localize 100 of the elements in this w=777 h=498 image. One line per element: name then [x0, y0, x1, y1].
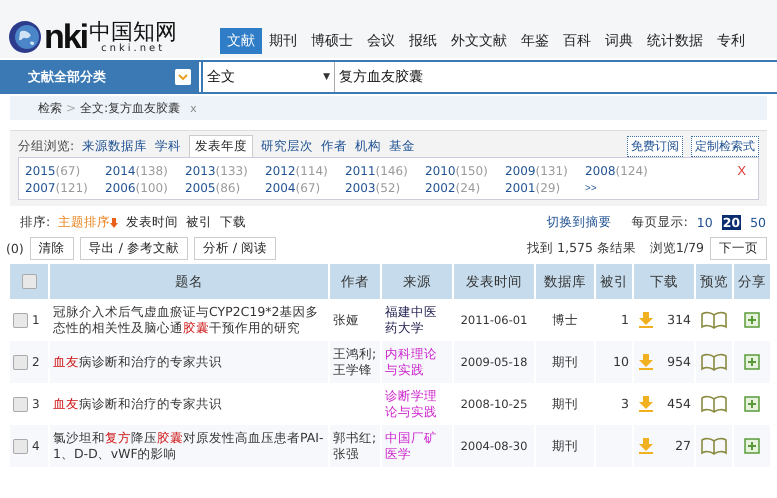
per-page-option[interactable]: 10 [696, 215, 714, 230]
nav-tab[interactable]: 百科 [556, 28, 598, 54]
per-page-option[interactable]: 20 [722, 215, 742, 230]
column-header: 数据库 [536, 264, 594, 299]
result-count: 找到 1,575 条结果 [527, 240, 636, 257]
year-link[interactable]: 2007(121) [25, 181, 105, 195]
sort-option[interactable]: 被引 [186, 214, 212, 231]
nav-tab[interactable]: 外文文献 [444, 28, 514, 54]
nav-tab[interactable]: 专利 [710, 28, 752, 54]
nav-tab[interactable]: 文献 [220, 28, 262, 54]
field-select[interactable]: 全文 ▼ [203, 62, 335, 92]
action-button[interactable]: 导出 / 参考文献 [80, 237, 188, 260]
group-tab[interactable]: 基金 [389, 136, 416, 156]
column-header: 分享 [734, 264, 770, 299]
download-icon[interactable] [637, 437, 655, 455]
date-cell-text: 2008-10-25 [460, 396, 528, 413]
book-icon[interactable] [701, 311, 727, 329]
nav-tab[interactable]: 报纸 [402, 28, 444, 54]
source-link[interactable]: 中国厂矿医学 [382, 425, 452, 467]
breadcrumb-current: 全文:复方血友胶囊 [80, 100, 180, 116]
year-link[interactable]: 2001(29) [505, 181, 585, 195]
title-link[interactable]: 血友病诊断和治疗的专家共识 [50, 383, 328, 425]
title-link[interactable]: 冠脉介入术后气虚血瘀证与CYP2C19*2基因多态性的相关性及脑心通胶囊干预作用的研究 [50, 299, 328, 341]
year-link[interactable]: 2004(67) [265, 181, 345, 195]
group-tab[interactable]: 学科 [155, 136, 182, 156]
year-link[interactable]: 2003(52) [345, 181, 425, 195]
plus-icon[interactable] [744, 354, 760, 370]
row-checkbox[interactable] [13, 354, 28, 370]
select-all-checkbox[interactable] [22, 274, 36, 290]
year-link[interactable]: 2008(124) [585, 162, 665, 179]
download-icon[interactable] [637, 353, 655, 371]
subscribe-button[interactable]: 免费订阅 [627, 136, 683, 156]
year-link[interactable]: 2011(146) [345, 162, 425, 179]
download-icon[interactable] [637, 395, 655, 413]
more-link[interactable]: >> [585, 181, 665, 195]
column-header: 下载 [634, 264, 694, 299]
selected-count: (0) [6, 241, 24, 256]
row-number: 3 [32, 396, 40, 411]
year-link[interactable]: 2015(67) [25, 162, 105, 179]
nav-tab[interactable]: 会议 [360, 28, 402, 54]
nav-tab[interactable]: 词典 [598, 28, 640, 54]
source-link[interactable]: 内科理论与实践 [382, 341, 452, 383]
plus-icon[interactable] [744, 438, 760, 454]
year-link[interactable]: 2012(114) [265, 162, 345, 179]
book-icon[interactable] [701, 437, 727, 455]
subscribe-button[interactable]: 定制检索式 [691, 136, 759, 156]
book-icon[interactable] [701, 395, 727, 413]
per-page-option[interactable]: 50 [749, 215, 767, 230]
row-number: 4 [32, 438, 40, 453]
nav-tab[interactable]: 博硕士 [304, 28, 360, 54]
column-header: 预览 [696, 264, 732, 299]
source-link[interactable]: 诊断学理论与实践 [382, 383, 452, 425]
download-count: 314 [667, 312, 691, 328]
cited-cell-text: 1 [620, 310, 630, 329]
year-link[interactable]: 2002(24) [425, 181, 505, 195]
cited-cell-text: 3 [620, 394, 630, 413]
breadcrumb-separator: > [66, 101, 76, 115]
group-tab[interactable]: 发表年度 [189, 135, 254, 157]
nav-tab[interactable]: 期刊 [262, 28, 304, 54]
year-link[interactable]: 2009(131) [505, 162, 585, 179]
download-icon[interactable] [637, 311, 655, 329]
row-checkbox[interactable] [13, 312, 28, 328]
year-link[interactable]: 2005(86) [185, 181, 265, 195]
author-cell: 郭书红;张强 [330, 425, 380, 467]
breadcrumb-link[interactable]: 检索 [38, 100, 62, 116]
switch-link[interactable]: 切换到摘要 [546, 214, 612, 231]
row-checkbox[interactable] [13, 396, 28, 412]
logo-text: nki [44, 20, 88, 54]
year-link[interactable]: 2013(133) [185, 162, 265, 179]
plus-icon[interactable] [744, 312, 760, 328]
sort-option[interactable]: 下载 [220, 214, 246, 231]
next-page-button[interactable]: 下一页 [710, 237, 767, 260]
action-button[interactable]: 清除 [30, 237, 74, 260]
source-link[interactable]: 福建中医药大学 [382, 299, 452, 341]
row-checkbox[interactable] [13, 438, 28, 454]
year-link[interactable]: 2006(100) [105, 181, 185, 195]
database-cell-text: 期刊 [551, 394, 579, 413]
plus-icon[interactable] [744, 396, 760, 412]
sort-option[interactable]: 发表时间 [126, 214, 178, 231]
date-cell: 2009-05-18 [454, 341, 534, 383]
author-cell: 王鸿利;王学锋 [330, 341, 380, 383]
action-button[interactable]: 分析 / 阅读 [194, 237, 276, 260]
column-header: 作者 [330, 264, 380, 299]
download-count: 454 [667, 396, 691, 412]
year-link[interactable]: 2014(138) [105, 162, 185, 179]
author-cell-text: 张娅 [332, 310, 360, 329]
nav-tab[interactable]: 年鉴 [514, 28, 556, 54]
title-link[interactable]: 氯沙坦和复方降压胶囊对原发性高血压患者PAI-1、D-D、vWF的影响 [50, 425, 328, 467]
nav-tab[interactable]: 统计数据 [640, 28, 710, 54]
group-tab[interactable]: 作者 [321, 136, 348, 156]
date-cell-text: 2011-06-01 [460, 312, 528, 329]
year-link[interactable]: 2010(150) [425, 162, 505, 179]
group-tab[interactable]: 研究层次 [261, 136, 314, 156]
search-field[interactable]: 复方血友胶囊 [335, 62, 777, 92]
cited-cell: 10 [596, 341, 632, 383]
book-icon[interactable] [701, 353, 727, 371]
group-tab[interactable]: 来源数据库 [82, 136, 148, 156]
title-link[interactable]: 血友病诊断和治疗的专家共识 [50, 341, 328, 383]
dropdown-button[interactable] [175, 69, 191, 85]
group-tab[interactable]: 机构 [355, 136, 382, 156]
